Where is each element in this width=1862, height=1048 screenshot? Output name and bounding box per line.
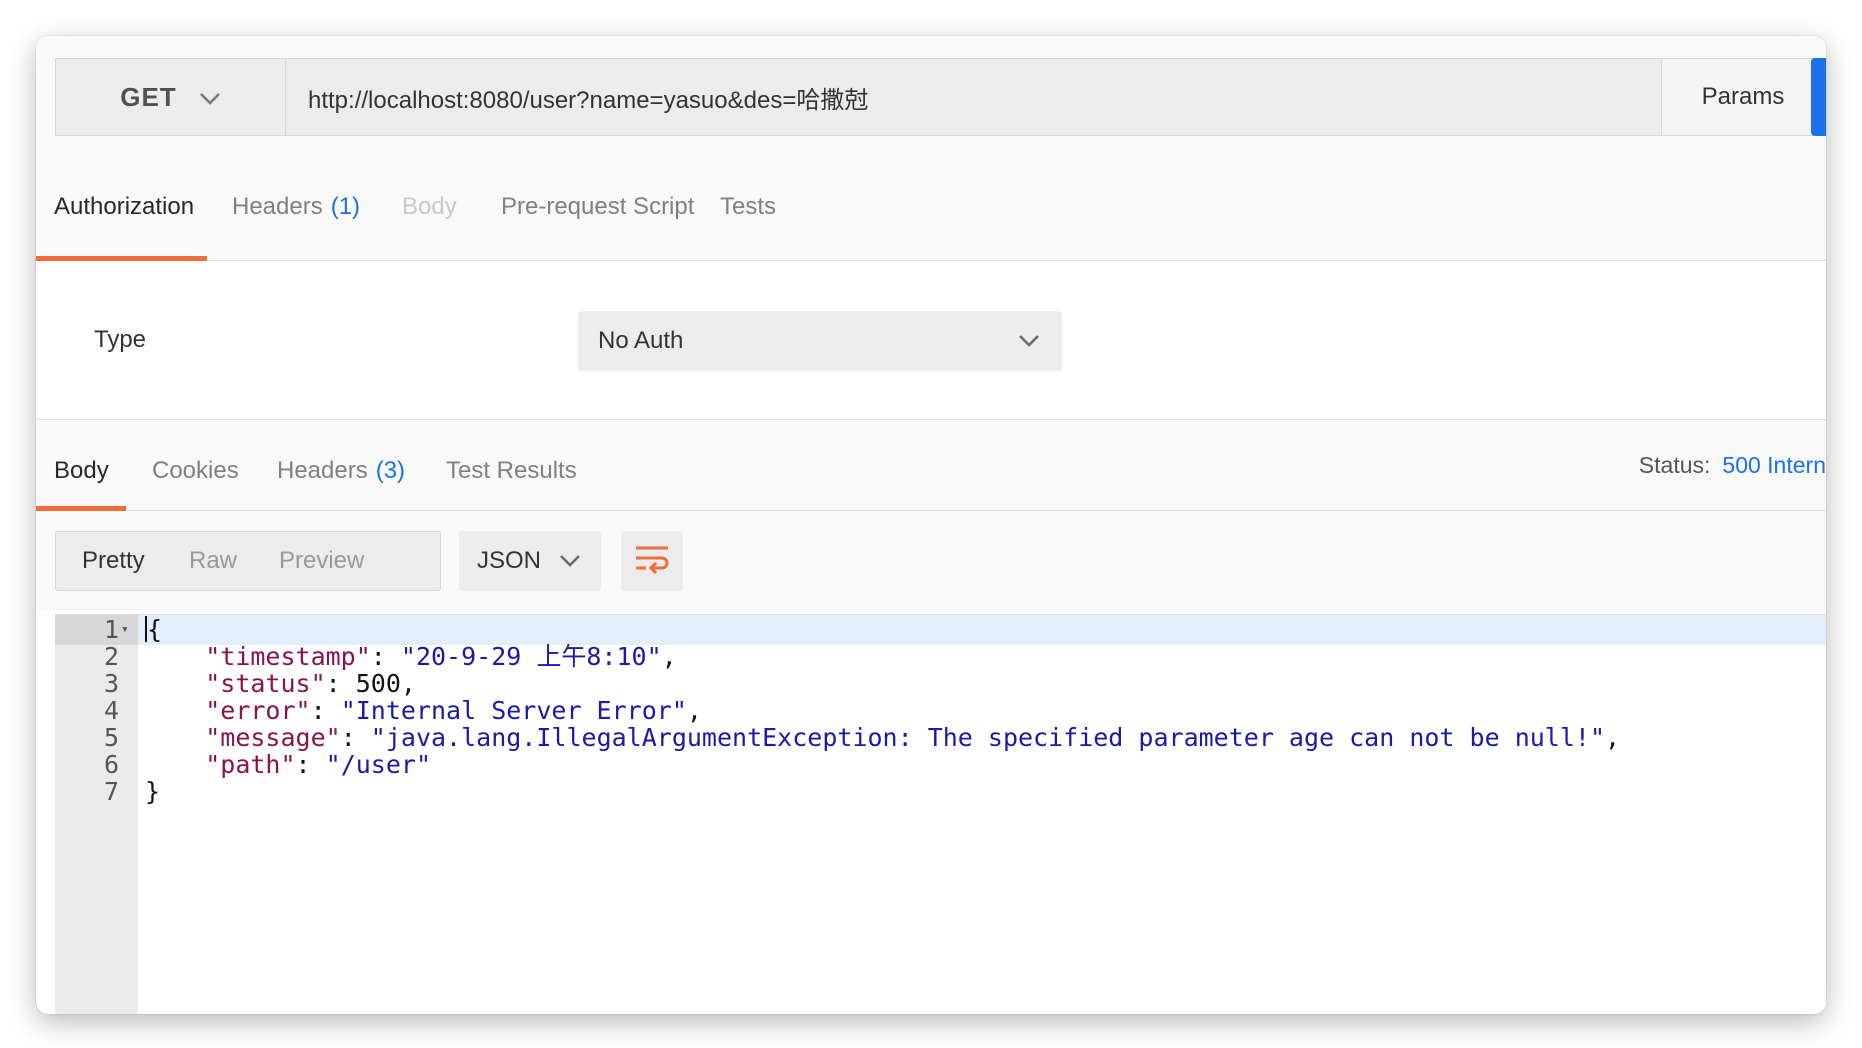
url-input[interactable]: http://localhost:8080/user?name=yasuo&de…: [285, 58, 1662, 136]
tab-label: Authorization: [54, 193, 195, 220]
json-punctuation: ,: [1605, 723, 1621, 752]
tab-response-body[interactable]: Body: [54, 420, 109, 510]
code-line: 7}: [55, 776, 1826, 808]
json-punctuation: [145, 696, 205, 725]
json-punctuation: :: [325, 669, 356, 698]
json-punctuation: :: [310, 696, 341, 725]
params-button[interactable]: Params: [1662, 58, 1825, 136]
json-string: "java.lang.IllegalArgumentException: The…: [370, 723, 1606, 752]
tab-count-badge: (1): [330, 193, 361, 220]
format-value: JSON: [477, 547, 542, 574]
tab-count-badge: (3): [375, 457, 406, 484]
json-punctuation: ,: [400, 669, 416, 698]
tab-label: Headers: [277, 457, 368, 484]
line-number: 7: [103, 777, 119, 806]
chevron-down-icon: [1018, 325, 1040, 364]
response-tabs: Body Cookies Headers (3) Test Results St…: [36, 420, 1826, 511]
json-punctuation: :: [370, 642, 401, 671]
json-string: "Internal Server Error": [340, 696, 687, 725]
json-punctuation: [145, 750, 205, 779]
json-punctuation: [145, 723, 205, 752]
auth-type-label: Type: [94, 326, 147, 353]
chevron-down-icon: [199, 82, 221, 113]
json-punctuation: [145, 642, 205, 671]
tab-label: Tests: [720, 193, 777, 220]
tab-label: Pre-request Script: [501, 193, 695, 220]
tab-headers[interactable]: Headers (1): [232, 154, 360, 260]
json-string: "/user": [325, 750, 431, 779]
response-status: Status: 500 Intern: [1639, 420, 1826, 510]
method-dropdown[interactable]: GET: [55, 58, 285, 136]
json-punctuation: :: [340, 723, 371, 752]
view-pretty-button[interactable]: Pretty: [82, 532, 145, 590]
chevron-down-icon: [559, 545, 581, 584]
tab-label: Cookies: [152, 457, 239, 484]
response-toolbar: Pretty Raw Preview JSON: [36, 511, 1826, 611]
tab-body[interactable]: Body: [402, 154, 457, 260]
json-punctuation: :: [295, 750, 326, 779]
json-punctuation: ,: [686, 696, 702, 725]
tab-authorization[interactable]: Authorization: [54, 154, 194, 260]
auth-type-value: No Auth: [598, 327, 684, 354]
auth-type-select[interactable]: No Auth: [578, 311, 1062, 371]
json-string: "20-9-29 上午8:10": [400, 642, 662, 671]
status-label: Status:: [1638, 451, 1711, 478]
json-key: "path": [205, 750, 296, 779]
response-body-editor[interactable]: 1 ▾{2 "timestamp": "20-9-29 上午8:10", 3 "st…: [55, 614, 1826, 1014]
send-button[interactable]: [1811, 58, 1826, 136]
tab-label: Body: [402, 193, 457, 220]
postman-window: GET http://localhost:8080/user?name=yasu…: [36, 36, 1826, 1014]
json-key: "timestamp": [205, 642, 371, 671]
tab-label: Body: [54, 457, 109, 484]
tab-pre-request-script[interactable]: Pre-request Script: [501, 154, 694, 260]
json-punctuation: }: [145, 777, 161, 806]
tab-tests[interactable]: Tests: [720, 154, 776, 260]
json-punctuation: 500: [355, 669, 401, 698]
tab-test-results[interactable]: Test Results: [446, 420, 577, 510]
tab-label: Headers: [232, 193, 323, 220]
url-bar: GET http://localhost:8080/user?name=yasu…: [36, 36, 1826, 154]
json-key: "error": [205, 696, 311, 725]
json-key: "status": [205, 669, 326, 698]
status-value[interactable]: 500 Intern: [1722, 452, 1826, 479]
view-raw-button[interactable]: Raw: [189, 532, 237, 590]
authorization-panel: Type No Auth: [36, 261, 1826, 420]
tab-cookies[interactable]: Cookies: [152, 420, 239, 510]
json-punctuation: [145, 669, 205, 698]
tab-label: Test Results: [446, 457, 577, 484]
request-tabs: Authorization Headers (1) Body Pre-reque…: [36, 154, 1826, 261]
format-select[interactable]: JSON: [459, 531, 601, 591]
method-label: GET: [120, 81, 177, 112]
wrap-lines-button[interactable]: [621, 531, 683, 591]
view-mode-group: Pretty Raw Preview: [55, 531, 441, 591]
code-text: }: [145, 776, 160, 808]
view-preview-button[interactable]: Preview: [279, 532, 364, 590]
json-key: "message": [205, 723, 341, 752]
tab-response-headers[interactable]: Headers (3): [277, 420, 405, 510]
json-punctuation: ,: [661, 642, 677, 671]
json-punctuation: {: [147, 615, 163, 644]
wrap-lines-icon: [634, 544, 670, 579]
